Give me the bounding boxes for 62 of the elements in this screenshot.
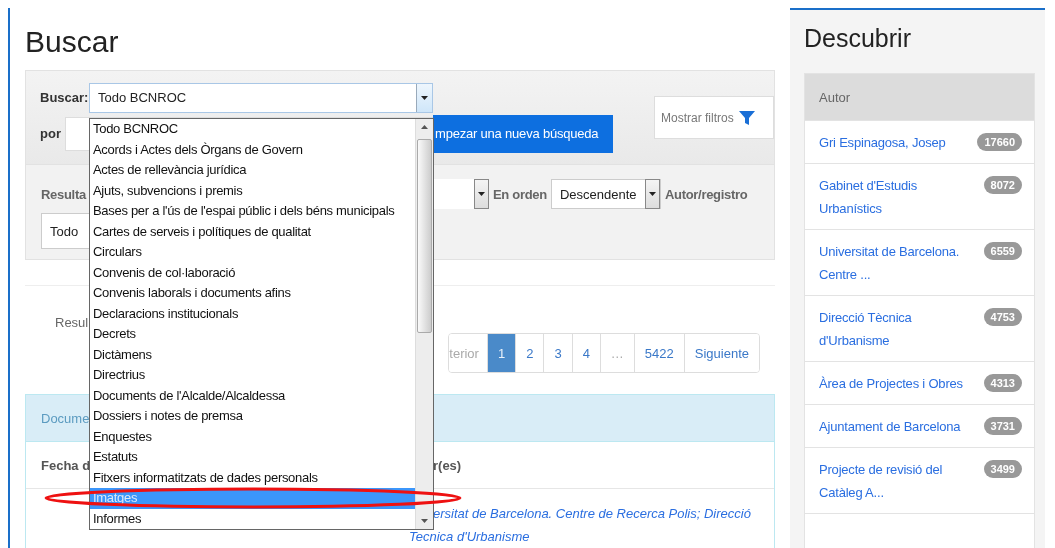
column-header: r(es) (433, 457, 462, 473)
column-header: Fecha d (41, 457, 91, 473)
facet-item[interactable]: Gabinet d'Estudis Urbanístics 8072 (805, 163, 1034, 229)
previous-page-button: terior (449, 334, 488, 372)
dropdown-option[interactable]: Directrius (90, 365, 415, 386)
count-badge: 3499 (983, 460, 1022, 478)
facet-item[interactable]: Àrea de Projectes i Obres 4313 (805, 361, 1034, 404)
dropdown-option[interactable]: Convenis laborals i documents afins (90, 283, 415, 304)
dropdown-option[interactable]: Dossiers i notes de premsa (90, 406, 415, 427)
facet-link[interactable]: Direcció Tècnica d'Urbanisme (819, 306, 976, 352)
dropdown-option[interactable]: Fitxers informatitzats de dades personals (90, 467, 415, 488)
dropdown-option[interactable]: Decrets (90, 324, 415, 345)
scroll-down-icon[interactable] (421, 519, 428, 523)
facet-link[interactable]: Gri Espinagosa, Josep (819, 131, 970, 154)
page-button[interactable]: 1 (487, 334, 517, 372)
facet-item[interactable]: Ajuntament de Barcelona 3731 (805, 404, 1034, 447)
dropdown-option[interactable]: Ajuts, subvencions i premis (90, 180, 415, 201)
dropdown-list[interactable] (89, 118, 434, 530)
facet-header: Autor (805, 74, 1034, 120)
filter-icon (738, 109, 755, 126)
order-label: En orden (493, 186, 547, 202)
scroll-up-icon[interactable] (421, 125, 428, 129)
search-label: Buscar: (40, 90, 89, 105)
facet-link[interactable]: Ajuntament de Barcelona (819, 415, 976, 438)
por-label: por (40, 126, 62, 141)
count-badge: 6559 (983, 242, 1022, 260)
scope-select[interactable]: Todo BCNROC (89, 82, 433, 113)
count-badge: 8072 (983, 176, 1022, 194)
page-title: Buscar (25, 24, 120, 59)
caret-icon (644, 179, 660, 209)
dropdown-option[interactable]: Estatuts (90, 447, 415, 468)
author-record-label: Autor/registro (664, 186, 748, 202)
show-filters-button[interactable]: Mostrar filtros (654, 96, 774, 139)
panel-title: Docume (41, 410, 90, 426)
dropdown-option[interactable]: Convenis de col·laboració (90, 262, 415, 283)
count-badge: 4753 (983, 308, 1022, 326)
dropdown-option[interactable]: Documents de l'Alcalde/Alcaldessa (90, 385, 415, 406)
facet-item[interactable]: Universitat de Barcelona. Centre ... 6559 (805, 229, 1034, 295)
facet-item[interactable]: Direcció Tècnica d'Urbanisme 4753 (805, 295, 1034, 361)
dropdown-option[interactable]: Actes de rellevància jurídica (90, 160, 415, 181)
caret-icon (474, 179, 489, 209)
order-select[interactable]: Descendente (550, 179, 661, 209)
scrollbar[interactable] (415, 119, 433, 529)
dropdown-option[interactable]: Declaracions institucionals (90, 303, 415, 324)
dropdown-option[interactable]: Enquestes (90, 426, 415, 447)
facet-link[interactable]: Universitat de Barcelona. Centre ... (819, 240, 976, 286)
count-badge: 4313 (983, 374, 1022, 392)
facet-link[interactable]: Projecte de revisió del Catàleg A... (819, 458, 976, 504)
facet-link[interactable]: Àrea de Projectes i Obres (819, 372, 976, 395)
sidebar-title: Descubrir (804, 24, 912, 53)
dropdown-option[interactable]: Todo BCNROC (90, 119, 415, 140)
count-badge: 17660 (977, 133, 1022, 151)
facet-item[interactable]: Projecte de revisió del Catàleg A... 3499 (805, 447, 1034, 513)
results-label: Resulta (41, 186, 85, 202)
facet-link[interactable]: Gabinet d'Estudis Urbanístics (819, 174, 976, 220)
results-count-text: Resul (55, 315, 89, 330)
dropdown-option[interactable]: Dictàmens (90, 344, 415, 365)
facet-item[interactable]: Gri Espinagosa, Josep 17660 (805, 120, 1034, 163)
caret-icon (416, 83, 432, 112)
dropdown-option[interactable]: Acords i Actes dels Òrgans de Govern (90, 139, 415, 160)
count-badge: 3731 (983, 417, 1022, 435)
new-search-button[interactable]: mpezar una nueva búsqueda (433, 114, 613, 153)
